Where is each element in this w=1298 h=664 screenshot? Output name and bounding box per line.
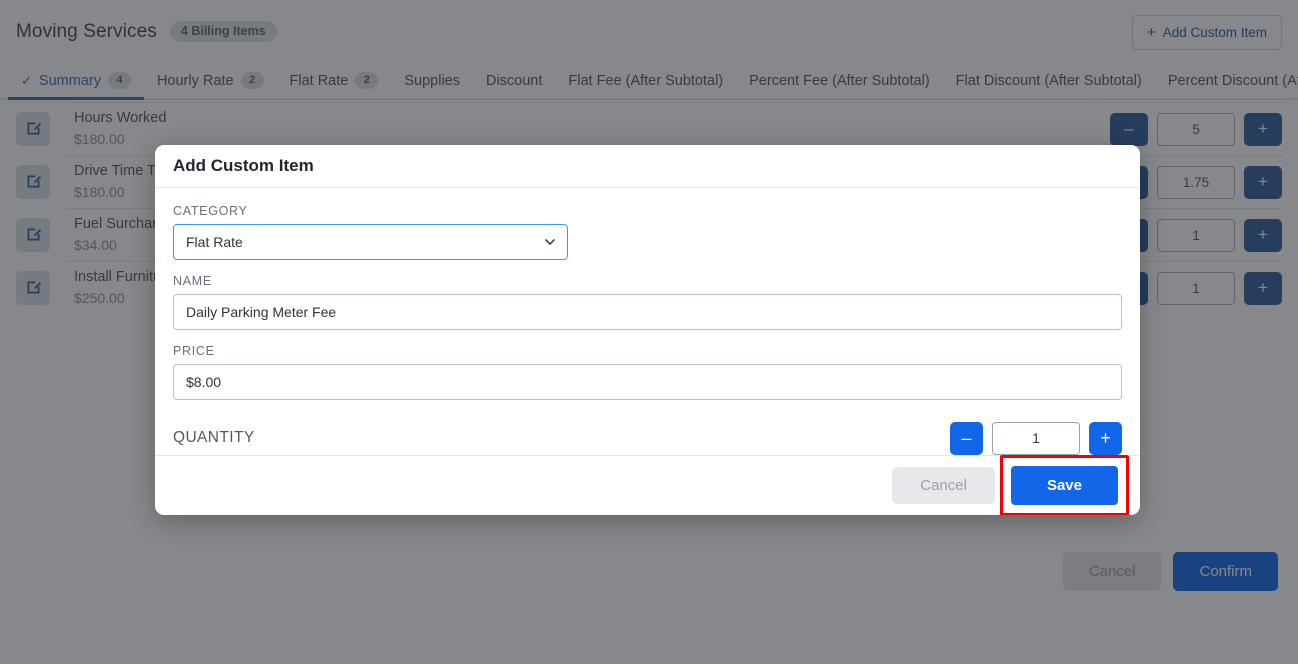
price-label: PRICE — [173, 343, 215, 358]
category-select[interactable]: Flat Rate — [173, 223, 568, 260]
add-custom-item-dialog: Add Custom Item CATEGORY Flat Rate NAME … — [155, 145, 1140, 515]
quantity-field: QUANTITY – + — [173, 421, 1122, 455]
category-label: CATEGORY — [173, 203, 248, 218]
dialog-footer: Cancel Save — [155, 454, 1140, 515]
dialog-cancel-button[interactable]: Cancel — [892, 466, 995, 504]
name-label: NAME — [173, 273, 212, 288]
dialog-title: Add Custom Item — [173, 155, 314, 175]
chevron-down-icon — [545, 238, 555, 245]
quantity-increment-button[interactable]: + — [1089, 421, 1122, 455]
quantity-input[interactable] — [992, 421, 1080, 455]
price-field: PRICE — [173, 344, 1122, 400]
category-field: CATEGORY Flat Rate — [173, 204, 1122, 260]
dialog-body: CATEGORY Flat Rate NAME PRICE QUANTITY –… — [155, 188, 1140, 455]
category-value: Flat Rate — [186, 233, 243, 250]
dialog-header: Add Custom Item — [155, 145, 1140, 188]
name-input[interactable] — [173, 293, 1122, 330]
quantity-stepper: – + — [950, 421, 1122, 455]
quantity-label: QUANTITY — [173, 429, 255, 447]
name-field: NAME — [173, 274, 1122, 330]
price-input[interactable] — [173, 363, 1122, 400]
quantity-decrement-button[interactable]: – — [950, 421, 983, 455]
save-button[interactable]: Save — [1010, 465, 1118, 505]
save-button-wrapper: Save — [999, 454, 1129, 515]
